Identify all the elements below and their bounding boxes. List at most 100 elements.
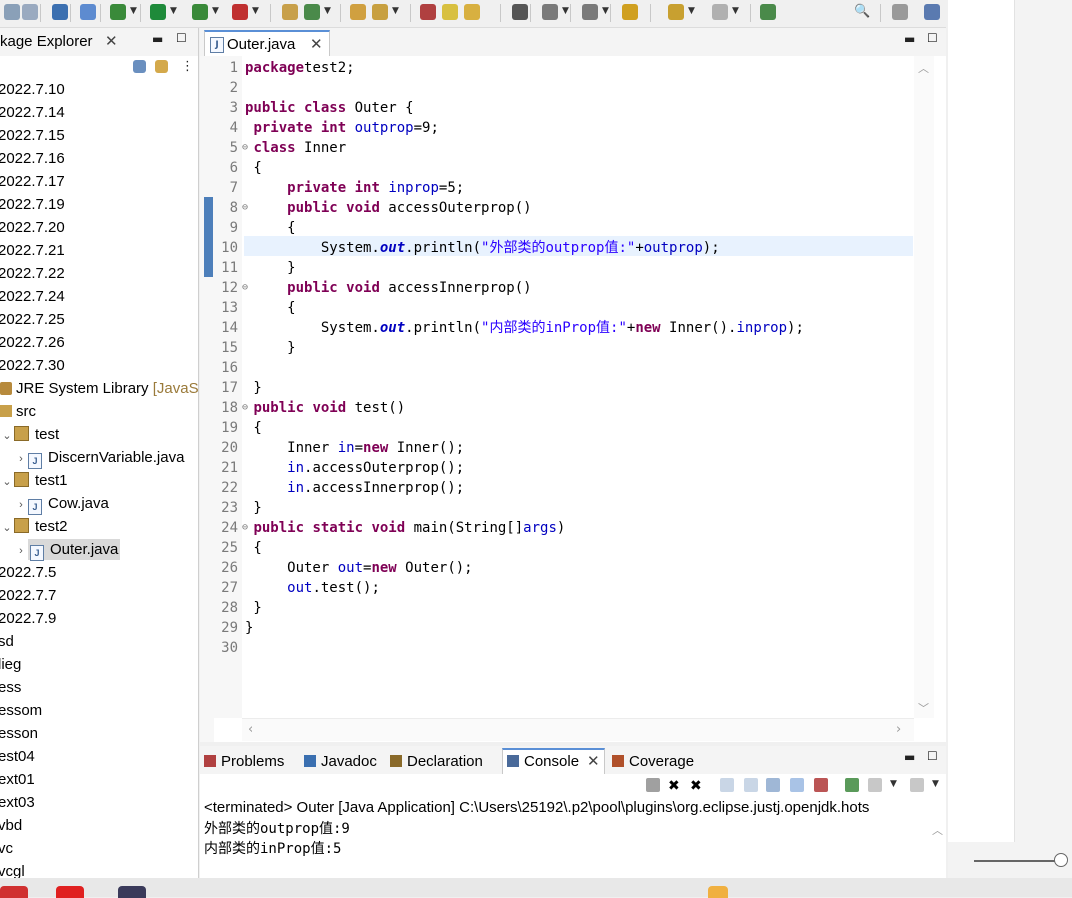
code-line[interactable]: { [245, 418, 261, 438]
save-icon[interactable] [4, 4, 20, 20]
code-line[interactable]: } [245, 618, 253, 638]
chevron-right-icon[interactable]: › [14, 540, 28, 562]
word-wrap-icon[interactable] [464, 4, 480, 20]
code-line[interactable]: } [245, 498, 261, 518]
open-console-icon[interactable] [868, 778, 882, 792]
horizontal-scrollbar[interactable]: ‹ › [242, 718, 914, 741]
remove-launch-icon[interactable]: ✖ [668, 778, 682, 794]
tree-item-project[interactable]: 2022.7.26 [0, 332, 65, 354]
code-line[interactable]: { [245, 298, 295, 318]
tree-item-package[interactable]: ⌄ test2 [0, 516, 68, 538]
chevron-down-icon[interactable]: ⌄ [0, 425, 14, 447]
tree-item-project[interactable]: vc [0, 838, 13, 860]
console-icon[interactable] [52, 4, 68, 20]
terminate-icon[interactable] [646, 778, 660, 792]
scroll-up-icon[interactable]: ︿ [918, 60, 929, 76]
link-with-editor-icon[interactable] [155, 60, 168, 73]
chevron-down-icon[interactable]: ⌄ [0, 517, 14, 539]
tree-item-src[interactable]: src [0, 401, 36, 423]
scroll-right-icon[interactable]: › [896, 722, 901, 737]
tree-item-file[interactable]: › J DiscernVariable.java [14, 447, 184, 469]
tree-item-project[interactable]: 2022.7.7 [0, 585, 56, 607]
run-icon[interactable] [150, 4, 166, 20]
pin-console-icon[interactable] [814, 778, 828, 792]
save-all-icon[interactable] [22, 4, 38, 20]
coverage-icon[interactable] [232, 4, 248, 20]
minimize-icon[interactable]: ▬ [904, 750, 915, 764]
chevron-down-icon[interactable]: ▼ [170, 6, 177, 16]
code-line[interactable]: { [245, 158, 261, 178]
code-line[interactable]: } [245, 338, 295, 358]
new-package-icon[interactable] [282, 4, 298, 20]
tree-item-project[interactable]: est04 [0, 746, 35, 768]
last-edit-icon[interactable] [622, 4, 638, 20]
code-line[interactable]: in.accessInnerprop(); [245, 478, 464, 498]
code-line[interactable]: } [245, 378, 261, 398]
tab-outer-java[interactable]: J Outer.java ✕ [204, 30, 330, 58]
console-output[interactable]: ︿ 外部类的outprop值:9 内部类的inProp值:5 [200, 818, 946, 878]
code-line[interactable]: out.test(); [245, 578, 380, 598]
tab-coverage[interactable]: Coverage [612, 750, 694, 774]
tree-item-project[interactable]: vbd [0, 815, 22, 837]
run-config-icon[interactable] [192, 4, 208, 20]
code-line[interactable]: packagetest2; [245, 58, 355, 78]
chevron-down-icon[interactable]: ▼ [562, 6, 569, 16]
tree-item-project[interactable]: 2022.7.17 [0, 171, 65, 193]
pin-editor-icon[interactable] [760, 4, 776, 20]
tree-item-file[interactable]: › J Outer.java [14, 539, 121, 562]
tree-item-project[interactable]: ext01 [0, 769, 35, 791]
tree-item-project[interactable]: 2022.7.10 [0, 79, 65, 101]
chevron-down-icon[interactable]: ▼ [212, 6, 219, 16]
clear-console-icon[interactable] [720, 778, 734, 792]
tree-item-project[interactable]: esson [0, 723, 38, 745]
code-line[interactable]: public void accessOuterprop() [245, 198, 531, 218]
close-icon[interactable]: ✕ [587, 753, 600, 770]
tree-item-project[interactable]: 2022.7.25 [0, 309, 65, 331]
debug-icon[interactable] [110, 4, 126, 20]
tree-item-project[interactable]: 2022.7.15 [0, 125, 65, 147]
previous-annotation-icon[interactable] [582, 4, 598, 20]
tree-item-project[interactable]: essom [0, 700, 42, 722]
show-whitespace-icon[interactable] [512, 4, 528, 20]
chevron-down-icon[interactable]: ⌄ [0, 471, 14, 493]
mark-occurrences-icon[interactable] [442, 4, 458, 20]
tree-item-package[interactable]: ⌄ test [0, 424, 59, 446]
tab-problems[interactable]: Problems [204, 750, 284, 774]
tree-item-project[interactable]: 2022.7.16 [0, 148, 65, 170]
package-explorer-title[interactable]: kage Explorer [0, 33, 93, 50]
app-icon[interactable] [0, 886, 28, 898]
toggle-breadcrumb-icon[interactable] [420, 4, 436, 20]
chevron-right-icon[interactable]: › [14, 494, 28, 516]
open-task-icon[interactable] [372, 4, 388, 20]
new-class-icon[interactable] [304, 4, 320, 20]
tree-item-project[interactable]: 2022.7.19 [0, 194, 65, 216]
pointer-icon[interactable] [80, 4, 96, 20]
chevron-down-icon[interactable]: ▼ [890, 779, 897, 789]
chevron-down-icon[interactable]: ▼ [732, 6, 739, 16]
show-console-icon[interactable] [790, 778, 804, 792]
scroll-lock-icon[interactable] [744, 778, 758, 792]
tree-item-project[interactable]: lieg [0, 654, 21, 676]
chevron-down-icon[interactable]: ▼ [602, 6, 609, 16]
code-line[interactable]: public void test() [245, 398, 405, 418]
view-menu-icon[interactable]: ⋮ [181, 59, 194, 74]
tab-javadoc[interactable]: Javadoc [304, 750, 377, 774]
code-line[interactable]: } [245, 598, 261, 618]
tree-item-project[interactable]: 2022.7.30 [0, 355, 65, 377]
code-line[interactable]: } [245, 258, 295, 278]
code-line[interactable]: Outer out=new Outer(); [245, 558, 472, 578]
code-area[interactable]: packagetest2; public class Outer { privat… [244, 56, 914, 718]
code-line[interactable]: { [245, 218, 295, 238]
scroll-up-icon[interactable]: ︿ [932, 822, 943, 838]
code-line[interactable]: in.accessOuterprop(); [245, 458, 464, 478]
perspective-icon[interactable] [892, 4, 908, 20]
chevron-right-icon[interactable]: › [14, 448, 28, 470]
code-line[interactable]: public static void main(String[]args) [245, 518, 565, 538]
code-line[interactable]: System.out.println("外部类的outprop值:"+outpr… [245, 238, 720, 258]
close-icon[interactable]: ✕ [105, 32, 118, 50]
new-console-icon[interactable] [910, 778, 924, 792]
app-icon[interactable] [56, 886, 84, 898]
maximize-icon[interactable]: ☐ [176, 31, 187, 45]
tree-item-project[interactable]: ext03 [0, 792, 35, 814]
tree-item-project[interactable]: 2022.7.5 [0, 562, 56, 584]
